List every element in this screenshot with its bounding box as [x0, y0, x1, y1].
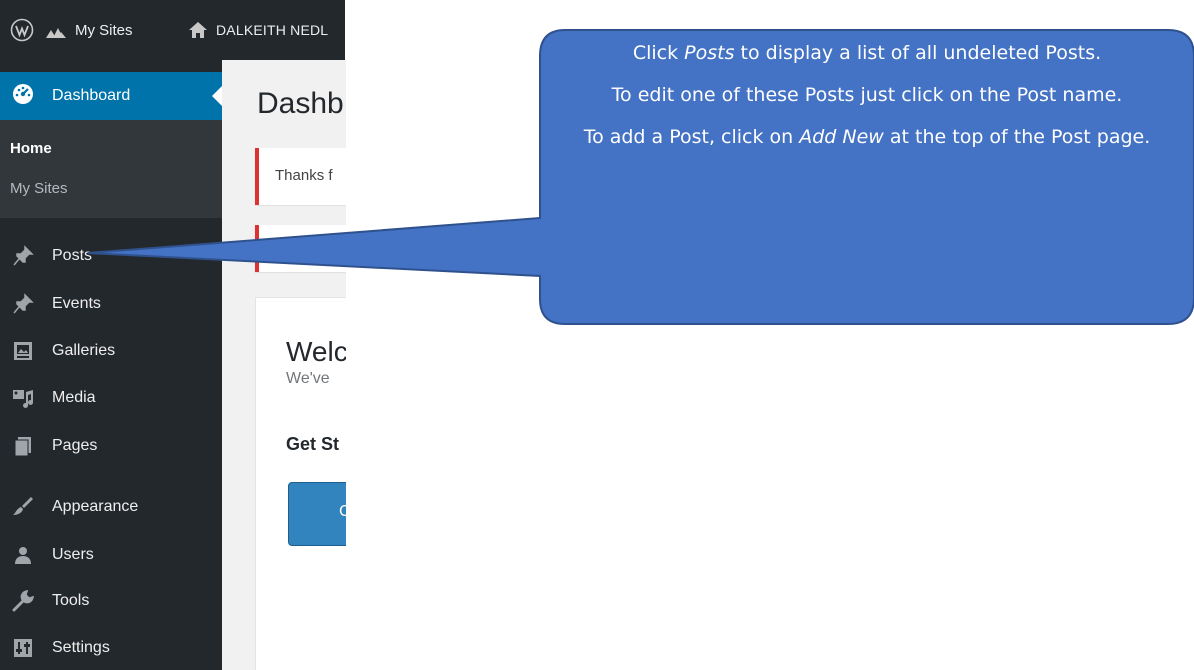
sidebar-item-appearance[interactable]: Appearance [0, 485, 222, 529]
settings-icon [12, 637, 34, 659]
callout-line-2: To edit one of these Posts just click on… [611, 84, 1123, 106]
sidebar-item-events[interactable]: Events [0, 282, 222, 326]
sidebar-item-label: Posts [52, 247, 93, 264]
home-icon [188, 20, 208, 40]
site-name: DALKEITH NEDL [216, 22, 329, 38]
sidebar-item-posts[interactable]: Posts [0, 234, 222, 278]
sidebar-item-label: Tools [52, 592, 90, 609]
welcome-panel: Welc We've Get St C [255, 297, 346, 670]
admin-notice: Thanks f [255, 148, 346, 205]
current-menu-arrow [212, 86, 222, 106]
sidebar-item-label: Users [52, 546, 94, 563]
submenu-item-my-sites[interactable]: My Sites [10, 180, 68, 197]
gallery-icon [12, 340, 34, 362]
sidebar-item-label: Events [52, 295, 101, 312]
site-name-menu[interactable]: DALKEITH NEDL [188, 0, 328, 60]
sidebar-item-media[interactable]: Media [0, 376, 222, 420]
sidebar-item-galleries[interactable]: Galleries [0, 329, 222, 373]
customize-site-button[interactable]: C [288, 482, 346, 546]
notice-text: Thanks f [275, 167, 333, 184]
pages-icon [12, 435, 34, 457]
callout-text: Click Posts to display a list of all und… [540, 38, 1194, 164]
callout-line-3: To add a Post, click on Add New at the t… [583, 126, 1151, 148]
pin-icon [12, 293, 34, 315]
wrench-icon [12, 590, 34, 612]
sidebar-item-label: Pages [52, 437, 98, 454]
media-icon [12, 387, 34, 409]
sidebar-item-tools[interactable]: Tools [0, 579, 222, 623]
callout-line-1: Click Posts to display a list of all und… [632, 42, 1102, 64]
wordpress-logo-icon [10, 18, 34, 42]
page-title: Dashb [257, 87, 344, 120]
sidebar-item-label: Appearance [52, 498, 139, 515]
main-content: Dashb Thanks f Welc We've Get St C [222, 60, 346, 670]
sidebar-item-label: Settings [52, 639, 110, 656]
users-icon [12, 544, 34, 566]
sidebar-item-pages[interactable]: Pages [0, 424, 222, 468]
my-sites-menu[interactable]: My Sites [45, 0, 133, 60]
dashboard-icon [12, 83, 34, 110]
sidebar-item-dashboard[interactable]: Dashboard [0, 72, 222, 120]
get-started-heading: Get St [286, 434, 340, 454]
network-icon [45, 20, 67, 40]
submenu-item-home[interactable]: Home [10, 140, 52, 157]
welcome-title: Welc [286, 336, 346, 367]
dashboard-submenu: Home My Sites [0, 120, 222, 218]
admin-sidebar: Dashboard Home My Sites Posts Events Gal… [0, 60, 222, 670]
sidebar-item-label: Galleries [52, 342, 116, 359]
sidebar-item-users[interactable]: Users [0, 533, 222, 577]
brush-icon [12, 496, 34, 518]
pin-icon [12, 245, 34, 267]
admin-bar: My Sites DALKEITH NEDL [0, 0, 345, 60]
sidebar-item-settings[interactable]: Settings [0, 626, 222, 670]
my-sites-label: My Sites [75, 21, 133, 39]
wordpress-logo[interactable] [10, 0, 42, 60]
welcome-subtitle: We've [286, 370, 330, 387]
sidebar-item-label: Media [52, 389, 96, 406]
sidebar-item-label: Dashboard [52, 87, 131, 104]
admin-notice [255, 225, 346, 272]
